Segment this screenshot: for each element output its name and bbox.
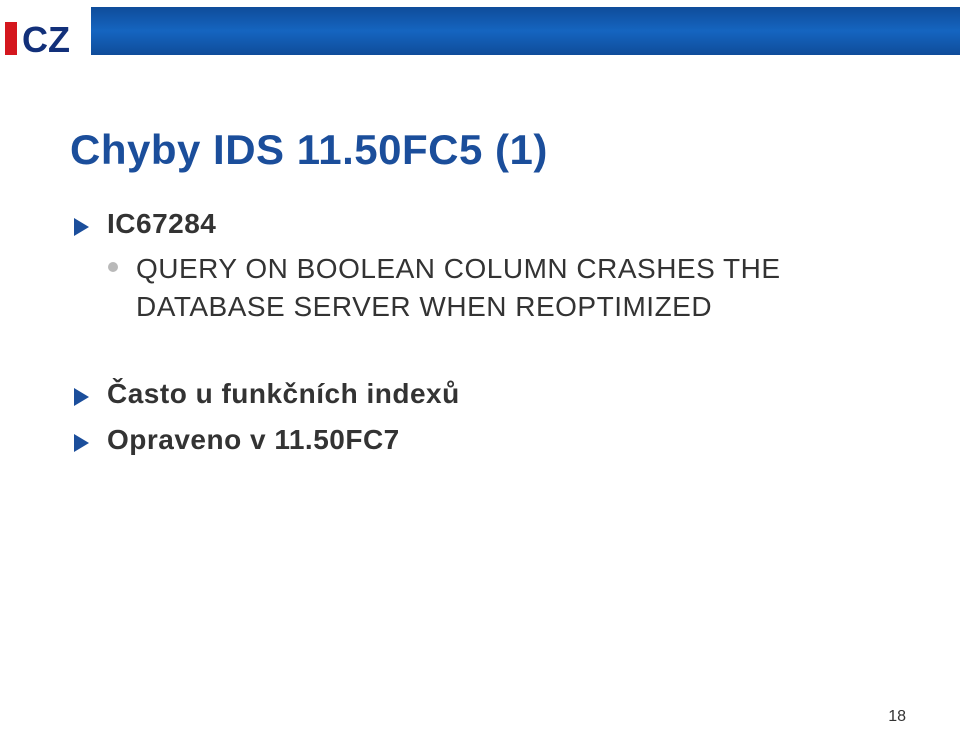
bullet-3-label: Opraveno v 11.50FC7 bbox=[107, 424, 400, 456]
svg-text:CZ: CZ bbox=[22, 22, 70, 56]
slide-title: Chyby IDS 11.50FC5 (1) bbox=[70, 126, 548, 174]
bullet-1-label: IC67284 bbox=[107, 208, 216, 240]
triangle-bullet-icon bbox=[74, 434, 89, 452]
bullet-2-label: Často u funkčních indexů bbox=[107, 378, 460, 410]
header-bar bbox=[91, 7, 960, 55]
bullet-2: Často u funkčních indexů bbox=[74, 378, 900, 410]
page-number: 18 bbox=[888, 708, 906, 726]
dot-bullet-icon bbox=[108, 262, 118, 272]
triangle-bullet-icon bbox=[74, 218, 89, 236]
bullet-1: IC67284 bbox=[74, 208, 900, 240]
logo-icz: CZ bbox=[0, 22, 86, 56]
sub-bullet-1-text: QUERY ON BOOLEAN COLUMN CRASHES THE DATA… bbox=[136, 250, 900, 326]
triangle-bullet-icon bbox=[74, 388, 89, 406]
slide-content: IC67284 QUERY ON BOOLEAN COLUMN CRASHES … bbox=[74, 208, 900, 460]
sub-bullet-1: QUERY ON BOOLEAN COLUMN CRASHES THE DATA… bbox=[108, 250, 900, 326]
bullet-3: Opraveno v 11.50FC7 bbox=[74, 424, 900, 456]
